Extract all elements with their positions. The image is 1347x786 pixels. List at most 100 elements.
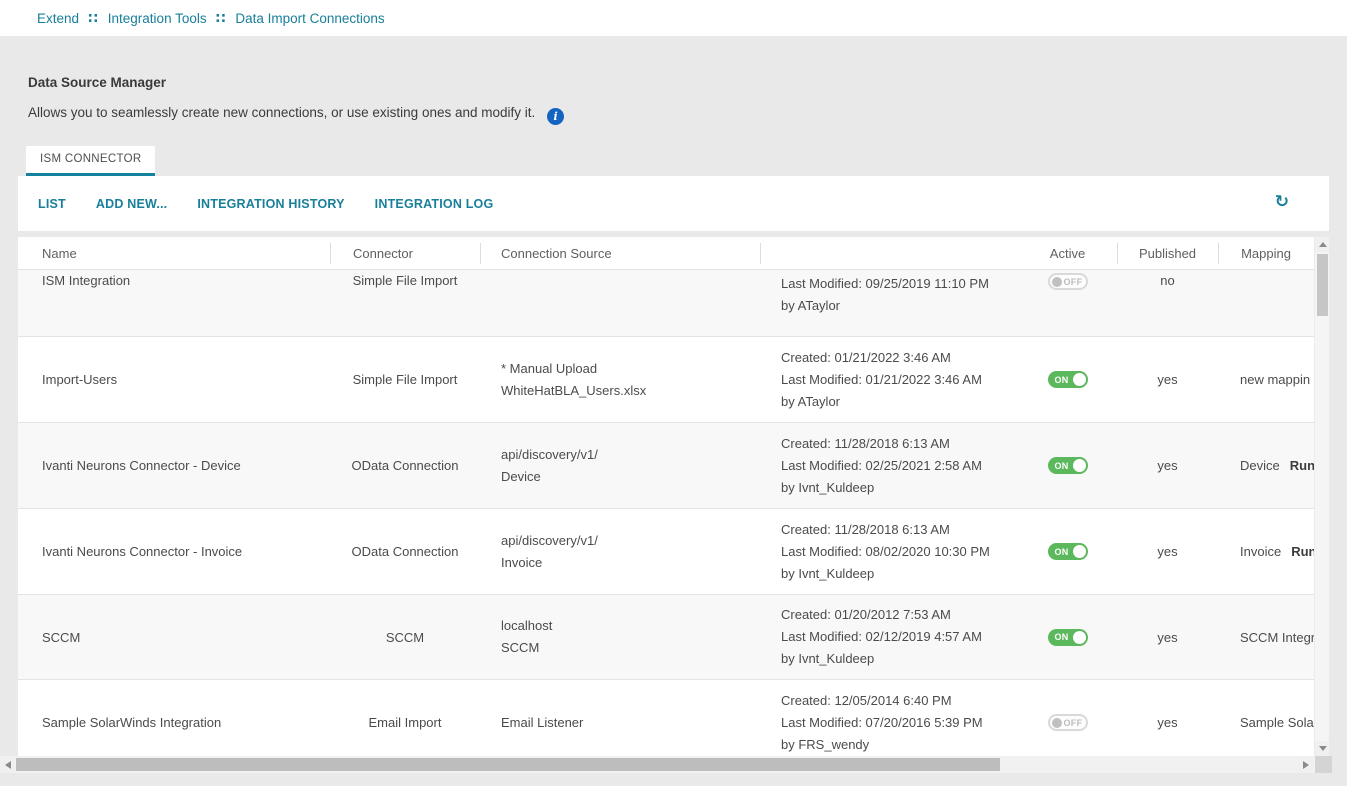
active-toggle[interactable]: ON — [1048, 371, 1088, 388]
source-line: api/discovery/v1/ — [501, 530, 760, 552]
active-toggle[interactable]: ON — [1048, 457, 1088, 474]
toggle-knob — [1052, 277, 1062, 287]
toggle-knob — [1073, 459, 1086, 472]
toolbar-item-integration-log[interactable]: INTEGRATION LOG — [375, 197, 494, 211]
column-header-mapping[interactable]: Mapping — [1218, 246, 1314, 261]
refresh-icon[interactable]: ↻ — [1275, 193, 1289, 210]
source-line: Invoice — [501, 552, 760, 574]
table-row[interactable]: Ivanti Neurons Connector - Invoice OData… — [18, 509, 1314, 595]
breadcrumb-link-extend[interactable]: Extend — [37, 11, 79, 26]
column-header-name[interactable]: Name — [18, 246, 330, 261]
toggle-state-label: OFF — [1064, 277, 1083, 287]
column-header-published[interactable]: Published — [1117, 246, 1218, 261]
breadcrumb-link-data-import-connections[interactable]: Data Import Connections — [235, 11, 384, 26]
toggle-state-label: ON — [1055, 547, 1069, 557]
breadcrumb: Extend ∷ Integration Tools ∷ Data Import… — [0, 0, 1347, 36]
scroll-down-icon[interactable] — [1315, 741, 1329, 756]
toggle-knob — [1073, 545, 1086, 558]
toggle-knob — [1052, 718, 1062, 728]
vertical-scrollbar-thumb[interactable] — [1317, 254, 1328, 316]
scroll-up-icon[interactable] — [1315, 237, 1329, 252]
table-header-row: Name Connector Connection Source Active … — [18, 237, 1314, 270]
table-row[interactable]: Ivanti Neurons Connector - Device OData … — [18, 423, 1314, 509]
date-line: Last Modified: 02/25/2021 2:58 AM — [781, 455, 1018, 477]
table-row[interactable]: SCCM SCCM localhost SCCM Created: 01/20/… — [18, 595, 1314, 680]
date-line: by Ivnt_Kuldeep — [781, 477, 1018, 499]
horizontal-scrollbar-thumb[interactable] — [16, 758, 1000, 771]
column-divider — [760, 243, 761, 264]
cell-name: Ivanti Neurons Connector - Invoice — [18, 544, 330, 559]
table-row[interactable]: Sample SolarWinds Integration Email Impo… — [18, 680, 1314, 756]
source-line: SCCM — [501, 637, 760, 659]
source-line: Device — [501, 466, 760, 488]
date-line: by ATaylor — [781, 391, 1018, 413]
cell-connector: SCCM — [330, 630, 480, 645]
source-line: Email Listener — [501, 712, 760, 734]
cell-dates: Last Modified: 09/25/2019 11:10 PM by AT… — [760, 273, 1018, 317]
cell-mapping: Device Run — [1218, 458, 1314, 473]
top-bar: Extend ∷ Integration Tools ∷ Data Import… — [0, 0, 1347, 36]
cell-connector: Email Import — [330, 715, 480, 730]
horizontal-scrollbar[interactable] — [0, 756, 1315, 773]
toolbar-item-integration-history[interactable]: INTEGRATION HISTORY — [197, 197, 344, 211]
info-icon[interactable]: i — [547, 108, 564, 125]
breadcrumb-separator-icon: ∷ — [88, 10, 99, 27]
vertical-scrollbar[interactable] — [1314, 237, 1329, 756]
toggle-state-label: ON — [1055, 461, 1069, 471]
table-row[interactable]: Import-Users Simple File Import * Manual… — [18, 337, 1314, 423]
breadcrumb-link-integration-tools[interactable]: Integration Tools — [108, 11, 207, 26]
mapping-label: Device — [1240, 458, 1280, 473]
column-header-connector[interactable]: Connector — [330, 246, 480, 261]
cell-mapping: SCCM Integr — [1218, 630, 1314, 645]
active-toggle[interactable]: OFF — [1048, 714, 1088, 731]
date-line: Created: 01/20/2012 7:53 AM — [781, 604, 1018, 626]
toolbar: LIST ADD NEW... INTEGRATION HISTORY INTE… — [18, 176, 1329, 231]
page-description-text: Allows you to seamlessly create new conn… — [28, 105, 535, 120]
table-row[interactable]: ISM Integration Simple File Import Last … — [18, 270, 1314, 337]
active-toggle[interactable]: ON — [1048, 629, 1088, 646]
mapping-run-link[interactable]: Run — [1291, 544, 1314, 559]
toolbar-item-list[interactable]: LIST — [38, 197, 66, 211]
breadcrumb-separator-icon: ∷ — [216, 10, 227, 27]
cell-name: ISM Integration — [18, 273, 330, 288]
active-toggle[interactable]: ON — [1048, 543, 1088, 560]
page-title: Data Source Manager — [28, 75, 166, 90]
cell-name: Ivanti Neurons Connector - Device — [18, 458, 330, 473]
cell-connector: Simple File Import — [330, 273, 480, 288]
cell-mapping: new mappin — [1218, 372, 1314, 387]
column-header-connection-source[interactable]: Connection Source — [480, 246, 760, 261]
connections-table: Name Connector Connection Source Active … — [18, 237, 1329, 756]
date-line: by Ivnt_Kuldeep — [781, 648, 1018, 670]
tab-ism-connector[interactable]: ISM CONNECTOR — [26, 146, 155, 176]
active-toggle[interactable]: OFF — [1048, 273, 1088, 290]
cell-published: no — [1117, 273, 1218, 288]
toggle-state-label: ON — [1055, 375, 1069, 385]
column-header-active[interactable]: Active — [1018, 246, 1117, 261]
source-line: localhost — [501, 615, 760, 637]
scroll-left-icon[interactable] — [0, 756, 15, 773]
column-divider — [1117, 243, 1118, 264]
scroll-right-icon[interactable] — [1298, 756, 1313, 773]
date-line: by FRS_wendy — [781, 734, 1018, 756]
source-line: WhiteHatBLA_Users.xlsx — [501, 380, 760, 402]
toolbar-item-add-new[interactable]: ADD NEW... — [96, 197, 167, 211]
date-line: Last Modified: 02/12/2019 4:57 AM — [781, 626, 1018, 648]
source-line: api/discovery/v1/ — [501, 444, 760, 466]
cell-published: yes — [1117, 544, 1218, 559]
mapping-run-link[interactable]: Run — [1290, 458, 1314, 473]
mapping-label: Invoice — [1240, 544, 1281, 559]
cell-connection-source: Email Listener — [480, 712, 760, 734]
mapping-label: Sample Sola — [1240, 715, 1314, 730]
cell-name: SCCM — [18, 630, 330, 645]
cell-published: yes — [1117, 458, 1218, 473]
date-line: Created: 01/21/2022 3:46 AM — [781, 347, 1018, 369]
date-line: Created: 11/28/2018 6:13 AM — [781, 433, 1018, 455]
cell-mapping: Invoice Run — [1218, 544, 1314, 559]
mapping-label: new mappin — [1240, 372, 1310, 387]
cell-published: yes — [1117, 715, 1218, 730]
toggle-knob — [1073, 373, 1086, 386]
page-description: Allows you to seamlessly create new conn… — [28, 105, 564, 125]
cell-mapping: Sample Sola — [1218, 715, 1314, 730]
cell-dates: Created: 11/28/2018 6:13 AM Last Modifie… — [760, 519, 1018, 585]
date-line: by ATaylor — [781, 295, 1018, 317]
